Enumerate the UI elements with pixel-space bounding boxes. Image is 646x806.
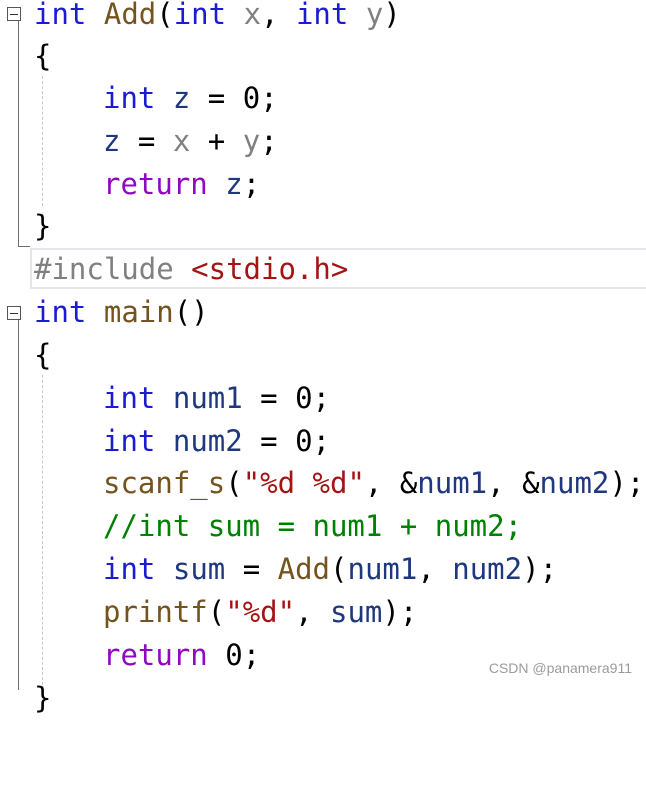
code-line-13[interactable]: //int sum = num1 + num2;	[0, 505, 646, 548]
function-name: Add	[277, 552, 331, 586]
code-line-4[interactable]: z = x + y;	[0, 120, 646, 163]
keyword-return: return	[103, 167, 208, 201]
number-literal: 0	[295, 381, 313, 415]
code-line-12[interactable]: scanf_s("%d %d", &num1, &num2);	[0, 462, 646, 505]
code-line-8[interactable]: int main()	[0, 291, 646, 334]
include-header: <stdio.h>	[191, 252, 349, 286]
address-operator: &	[399, 466, 418, 500]
code-line-14[interactable]: int sum = Add(num1, num2);	[0, 548, 646, 591]
paren: );	[609, 466, 645, 500]
function-name: Add	[103, 0, 157, 31]
code-line-17[interactable]: }	[0, 677, 646, 720]
paren: ()	[173, 295, 209, 329]
variable: num2	[452, 552, 523, 586]
semicolon: ;	[260, 124, 278, 158]
function-name: scanf_s	[103, 466, 226, 500]
brace: }	[34, 681, 52, 715]
keyword: int	[34, 0, 87, 31]
code-line-2[interactable]: {	[0, 35, 646, 78]
variable: num1	[172, 381, 243, 415]
operator: =	[190, 81, 243, 115]
semicolon: ;	[242, 167, 261, 201]
variable: z	[103, 124, 121, 158]
keyword: int	[103, 81, 156, 115]
variable: z	[172, 81, 191, 115]
operator: =	[242, 381, 296, 415]
paren: (	[207, 595, 226, 629]
variable: z	[225, 167, 243, 201]
string-literal: "%d %d"	[242, 466, 365, 500]
address-operator: &	[522, 466, 540, 500]
brace: {	[34, 39, 52, 73]
code-line-3[interactable]: int z = 0;	[0, 77, 646, 120]
parameter: x	[243, 0, 262, 31]
string-literal: "%d"	[225, 595, 296, 629]
brace: {	[34, 338, 52, 372]
paren: (	[225, 466, 243, 500]
variable: num1	[347, 552, 418, 586]
code-line-7[interactable]: #include <stdio.h>	[0, 248, 646, 291]
variable: num2	[172, 424, 243, 458]
number-literal: 0	[242, 81, 261, 115]
code-line-6[interactable]: }	[0, 205, 646, 248]
comma: ,	[417, 552, 453, 586]
code-line-5[interactable]: return z;	[0, 163, 646, 206]
semicolon: ;	[260, 81, 278, 115]
variable: num1	[417, 466, 488, 500]
semicolon: ;	[312, 424, 331, 458]
preprocessor-directive: #include	[34, 252, 174, 286]
number-literal: 0	[295, 424, 313, 458]
function-name: main	[103, 295, 174, 329]
paren: )	[383, 0, 401, 31]
keyword: int	[295, 0, 349, 31]
paren: (	[156, 0, 174, 31]
parameter: x	[172, 124, 191, 158]
number-literal: 0	[225, 638, 243, 672]
code-line-9[interactable]: {	[0, 334, 646, 377]
brace: }	[34, 209, 52, 243]
variable: sum	[330, 595, 383, 629]
keyword: int	[103, 381, 156, 415]
comma: ,	[295, 595, 330, 629]
code-editor[interactable]: int Add(int x, int y) { int z = 0; z = x…	[0, 0, 646, 715]
paren: );	[522, 552, 558, 586]
parameter: y	[365, 0, 384, 31]
comma: ,	[261, 0, 296, 31]
variable: sum	[172, 552, 226, 586]
function-name: printf	[103, 595, 208, 629]
operator: =	[242, 424, 296, 458]
code-line-15[interactable]: printf("%d", sum);	[0, 591, 646, 634]
paren: );	[382, 595, 418, 629]
variable: num2	[539, 466, 610, 500]
semicolon: ;	[242, 638, 261, 672]
comment: //int sum = num1 + num2;	[103, 509, 523, 543]
code-line-1[interactable]: int Add(int x, int y)	[0, 0, 646, 36]
semicolon: ;	[312, 381, 331, 415]
paren: (	[330, 552, 348, 586]
watermark: CSDN @panamera911	[488, 660, 632, 676]
operator: +	[190, 124, 243, 158]
keyword: int	[34, 295, 87, 329]
keyword: int	[173, 0, 227, 31]
keyword-return: return	[103, 638, 208, 672]
operator: =	[120, 124, 173, 158]
keyword: int	[103, 552, 156, 586]
keyword: int	[103, 424, 156, 458]
comma: ,	[364, 466, 400, 500]
parameter: y	[242, 124, 261, 158]
comma: ,	[487, 466, 523, 500]
code-line-10[interactable]: int num1 = 0;	[0, 377, 646, 420]
operator: =	[225, 552, 278, 586]
code-line-11[interactable]: int num2 = 0;	[0, 420, 646, 463]
